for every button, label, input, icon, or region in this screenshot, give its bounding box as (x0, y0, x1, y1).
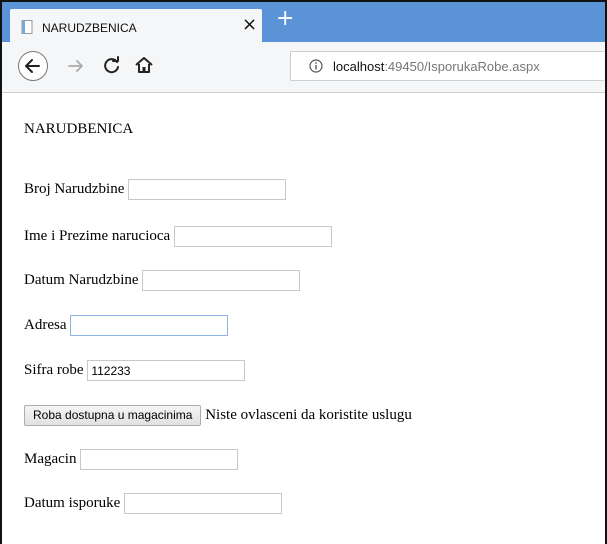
status-message: Niste ovlasceni da koristite uslugu (205, 406, 412, 423)
forward-arrow-icon (68, 60, 83, 72)
address-bar[interactable]: localhost:49450/IsporukaRobe.aspx (290, 51, 604, 81)
home-icon (135, 57, 153, 73)
reload-button[interactable] (102, 56, 122, 76)
sifra-robe-label: Sifra robe (24, 361, 84, 378)
tab-narudzbenica[interactable]: NARUDZBENICA × (10, 9, 262, 42)
browser-window: NARUDZBENICA × + localhost:49450/Isporuk… (0, 0, 607, 544)
close-tab-icon[interactable]: × (242, 16, 257, 34)
sifra-robe-row: Sifra robe (24, 360, 246, 381)
navigation-bar: localhost:49450/IsporukaRobe.aspx (2, 42, 605, 93)
reload-icon (104, 56, 119, 74)
broj-narudzbine-label: Broj Narudzbine (24, 180, 125, 197)
page-content: NARUDBENICA Broj Narudzbine Ime i Prezim… (2, 93, 605, 544)
ime-prezime-row: Ime i Prezime narucioca (24, 226, 332, 247)
back-arrow-icon (25, 59, 40, 73)
forward-button[interactable] (66, 56, 86, 76)
ime-prezime-input[interactable] (173, 226, 332, 247)
datum-narudzbine-input[interactable] (142, 270, 301, 291)
sifra-robe-input[interactable] (87, 360, 246, 381)
back-button[interactable] (18, 51, 48, 81)
adresa-input[interactable] (70, 315, 229, 336)
datum-narudzbine-label: Datum Narudzbine (24, 271, 139, 288)
tab-strip: NARUDZBENICA × + (2, 2, 605, 42)
adresa-row: Adresa (24, 315, 229, 336)
datum-isporuke-label: Datum isporuke (24, 494, 121, 511)
info-icon[interactable] (309, 59, 323, 73)
new-tab-icon[interactable]: + (276, 8, 294, 30)
adresa-label: Adresa (24, 316, 67, 333)
availability-row: Roba dostupna u magacinima Niste ovlasce… (24, 405, 412, 426)
magacin-label: Magacin (24, 450, 77, 467)
roba-dostupna-button[interactable]: Roba dostupna u magacinima (24, 405, 202, 426)
broj-narudzbine-row: Broj Narudzbine (24, 179, 287, 200)
datum-narudzbine-row: Datum Narudzbine (24, 270, 301, 291)
url-text: localhost:49450/IsporukaRobe.aspx (333, 59, 540, 74)
datum-isporuke-row: Datum isporuke (24, 493, 282, 514)
url-path: :49450/IsporukaRobe.aspx (384, 59, 540, 74)
home-button[interactable] (134, 55, 154, 75)
tab-title: NARUDZBENICA (42, 21, 137, 35)
ime-prezime-label: Ime i Prezime narucioca (24, 227, 171, 244)
page-heading: NARUDBENICA (24, 121, 134, 137)
magacin-row: Magacin (24, 449, 239, 470)
broj-narudzbine-input[interactable] (128, 179, 287, 200)
url-host: localhost (333, 59, 385, 74)
page-icon (21, 20, 33, 34)
magacin-input[interactable] (80, 449, 239, 470)
datum-isporuke-input[interactable] (123, 493, 282, 514)
